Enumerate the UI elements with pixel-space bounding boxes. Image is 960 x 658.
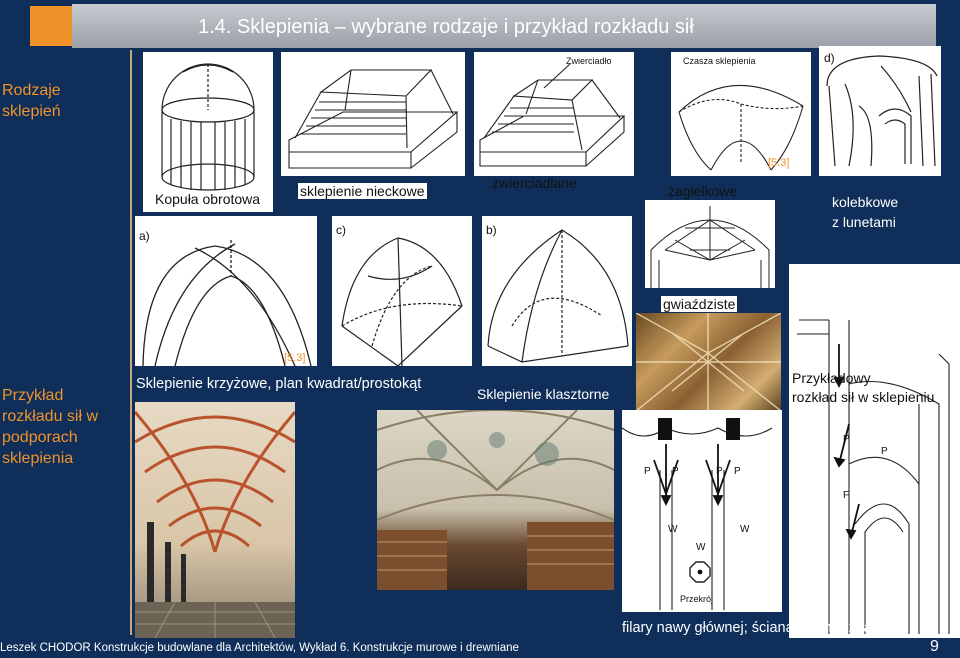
mirror-vault-figure: Zwierciadło — [474, 52, 634, 176]
force-label-p-3: P — [716, 466, 723, 477]
caption-mirror: zwierciadlane — [492, 175, 577, 191]
dome-figure — [143, 52, 273, 212]
caption-pillars: filary nawy głównej; ściana zewnętrzna — [622, 620, 872, 636]
force-label-f: F — [843, 490, 849, 501]
caption-cloister: Sklepienie klasztorne — [477, 386, 610, 402]
trough-vault-figure — [281, 52, 465, 176]
divider-line — [130, 50, 132, 635]
force-label-w-3: W — [740, 524, 750, 535]
caption-star: gwiaździste — [661, 296, 738, 312]
caption-trough: sklepienie nieckowe — [298, 183, 427, 199]
forces-section-drawing: P P F — [789, 264, 960, 638]
cross-vault-drawing-c: c) — [332, 216, 472, 366]
force-label-p-right: P — [843, 434, 850, 445]
force-label-p-right-2: P — [881, 446, 888, 457]
caption-cross-vault: Sklepienie krzyżowe, plan kwadrat/prosto… — [136, 376, 422, 392]
cross-vault-drawing-a: a) — [135, 216, 317, 366]
cloister-vault-drawing-b: b) — [482, 216, 632, 366]
reference-mid: [5.3] — [284, 352, 306, 364]
letter-b: b) — [486, 223, 497, 237]
title-accent-box — [30, 6, 72, 46]
side-label-types: Rodzaje sklepień — [2, 82, 61, 120]
sail-label: Czasza sklepienia — [683, 56, 756, 66]
caption-sail: żagielkowe — [668, 183, 738, 199]
cloister-corridor-photo — [135, 402, 295, 638]
slide-title: 1.4. Sklepienia – wybrane rodzaje i przy… — [198, 16, 694, 38]
letter-d: d) — [824, 51, 835, 65]
reference-top: [5.3] — [768, 157, 790, 169]
caption-forces: Przykładowy rozkład sił w sklepieniu — [792, 370, 935, 405]
caption-barrel: kolebkowe z lunetami — [832, 194, 899, 230]
pillars-forces-drawing: P P P P W W W Przekrój — [622, 410, 782, 612]
letter-a: a) — [139, 229, 150, 243]
page-number: 9 — [930, 638, 939, 655]
sail-vault-figure: Czasza sklepienia — [671, 52, 811, 176]
section-label: Przekrój — [680, 594, 713, 604]
star-vault-drawing — [645, 200, 775, 288]
force-label-p-1: P — [644, 466, 651, 477]
library-vault-photo — [377, 410, 614, 590]
force-label-p-2: P — [672, 466, 679, 477]
mirror-label: Zwierciadło — [566, 56, 612, 66]
barrel-vault-figure: d) — [819, 46, 941, 176]
star-vault-photo — [636, 313, 781, 411]
side-label-forces: Przykład rozkładu sił w podporach sklepi… — [2, 387, 99, 467]
force-label-w-1: W — [668, 524, 678, 535]
letter-c: c) — [336, 223, 346, 237]
force-label-p-4: P — [734, 466, 741, 477]
force-label-w-2: W — [696, 542, 706, 553]
caption-dome: Kopuła obrotowa — [153, 191, 263, 207]
footer-text: Leszek CHODOR Konstrukcje budowlane dla … — [0, 642, 519, 654]
